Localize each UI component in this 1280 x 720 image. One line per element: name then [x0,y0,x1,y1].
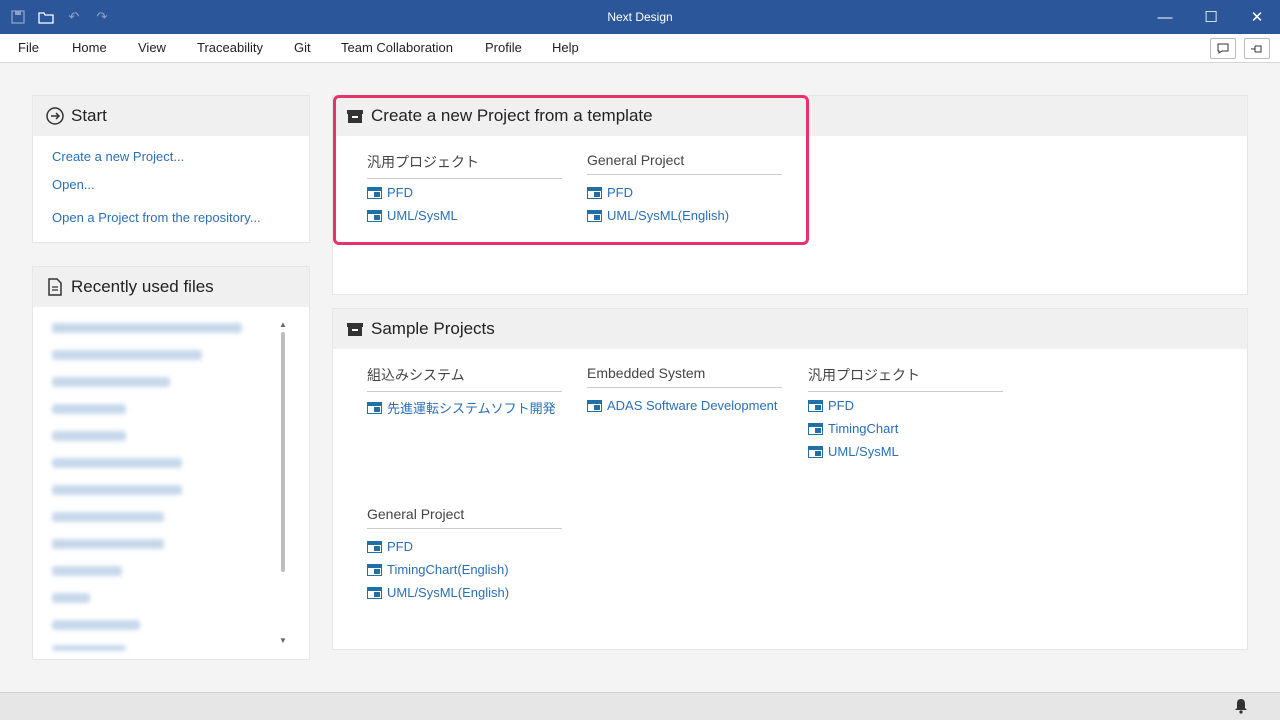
recent-file-item[interactable] [52,539,164,549]
sample-uml-jp[interactable]: UML/SysML [808,444,899,459]
arrow-circle-icon [45,106,65,126]
status-bar [0,692,1280,720]
minimize-button[interactable]: — [1142,0,1188,34]
pin-icon[interactable] [1244,38,1270,59]
recent-file-item[interactable] [52,645,126,651]
recent-file-item[interactable] [52,593,90,603]
sample-adas-jp[interactable]: 先進運転システムソフト開発 [367,398,556,417]
project-icon [808,399,823,412]
title-bar: ↶ ↷ Next Design — ☐ ✕ [0,0,1280,34]
sample-group-title: 汎用プロジェクト [808,365,1003,392]
recent-file-item[interactable] [52,620,140,630]
open-from-repository-link[interactable]: Open a Project from the repository... [52,210,261,225]
highlight-box [333,95,809,245]
project-icon [367,540,382,553]
sample-group-title: General Project [367,506,562,529]
close-button[interactable]: ✕ [1234,0,1280,34]
menu-team-collaboration[interactable]: Team Collaboration [341,40,453,55]
sample-group-title: Embedded System [587,365,782,388]
menu-view[interactable]: View [138,40,166,55]
menu-bar: File Home View Traceability Git Team Col… [0,34,1280,63]
document-icon [45,277,65,297]
sample-pfd-jp[interactable]: PFD [808,398,854,413]
scroll-up-icon[interactable]: ▲ [278,320,288,330]
maximize-button[interactable]: ☐ [1188,0,1234,34]
menu-file[interactable]: File [18,40,39,55]
project-icon [587,399,602,412]
recent-title: Recently used files [71,277,214,296]
project-icon [808,422,823,435]
menu-profile[interactable]: Profile [485,40,522,55]
recent-file-item[interactable] [52,323,242,333]
project-icon [367,586,382,599]
menu-traceability[interactable]: Traceability [197,40,263,55]
sample-pfd-en[interactable]: PFD [367,539,413,554]
create-new-project-link[interactable]: Create a new Project... [52,149,184,164]
project-icon [808,445,823,458]
bell-icon[interactable] [1234,698,1248,717]
feedback-icon[interactable] [1210,38,1236,59]
sample-timingchart-en[interactable]: TimingChart(English) [367,562,509,577]
open-link[interactable]: Open... [52,177,95,192]
recent-file-item[interactable] [52,350,202,360]
menu-git[interactable]: Git [294,40,311,55]
start-title: Start [71,106,107,125]
recent-file-item[interactable] [52,404,126,414]
recent-file-item[interactable] [52,512,164,522]
samples-title: Sample Projects [371,319,495,338]
sample-group-title: 組込みシステム [367,365,562,392]
recent-file-item[interactable] [52,431,126,441]
recent-file-item[interactable] [52,458,182,468]
project-icon [367,401,382,414]
scroll-down-icon[interactable]: ▼ [278,636,288,646]
menu-home[interactable]: Home [72,40,107,55]
window-title: Next Design [607,10,673,24]
menu-help[interactable]: Help [552,40,579,55]
sample-adas-en[interactable]: ADAS Software Development [587,398,778,413]
archive-icon [345,319,365,339]
sample-uml-en[interactable]: UML/SysML(English) [367,585,509,600]
scroll-thumb[interactable] [281,332,285,572]
recent-files-scrollbar[interactable]: ▲ ▼ [278,318,288,650]
recent-file-item[interactable] [52,377,170,387]
project-icon [367,563,382,576]
recent-file-item[interactable] [52,566,122,576]
sample-timingchart-jp[interactable]: TimingChart [808,421,898,436]
recent-file-item[interactable] [52,485,182,495]
